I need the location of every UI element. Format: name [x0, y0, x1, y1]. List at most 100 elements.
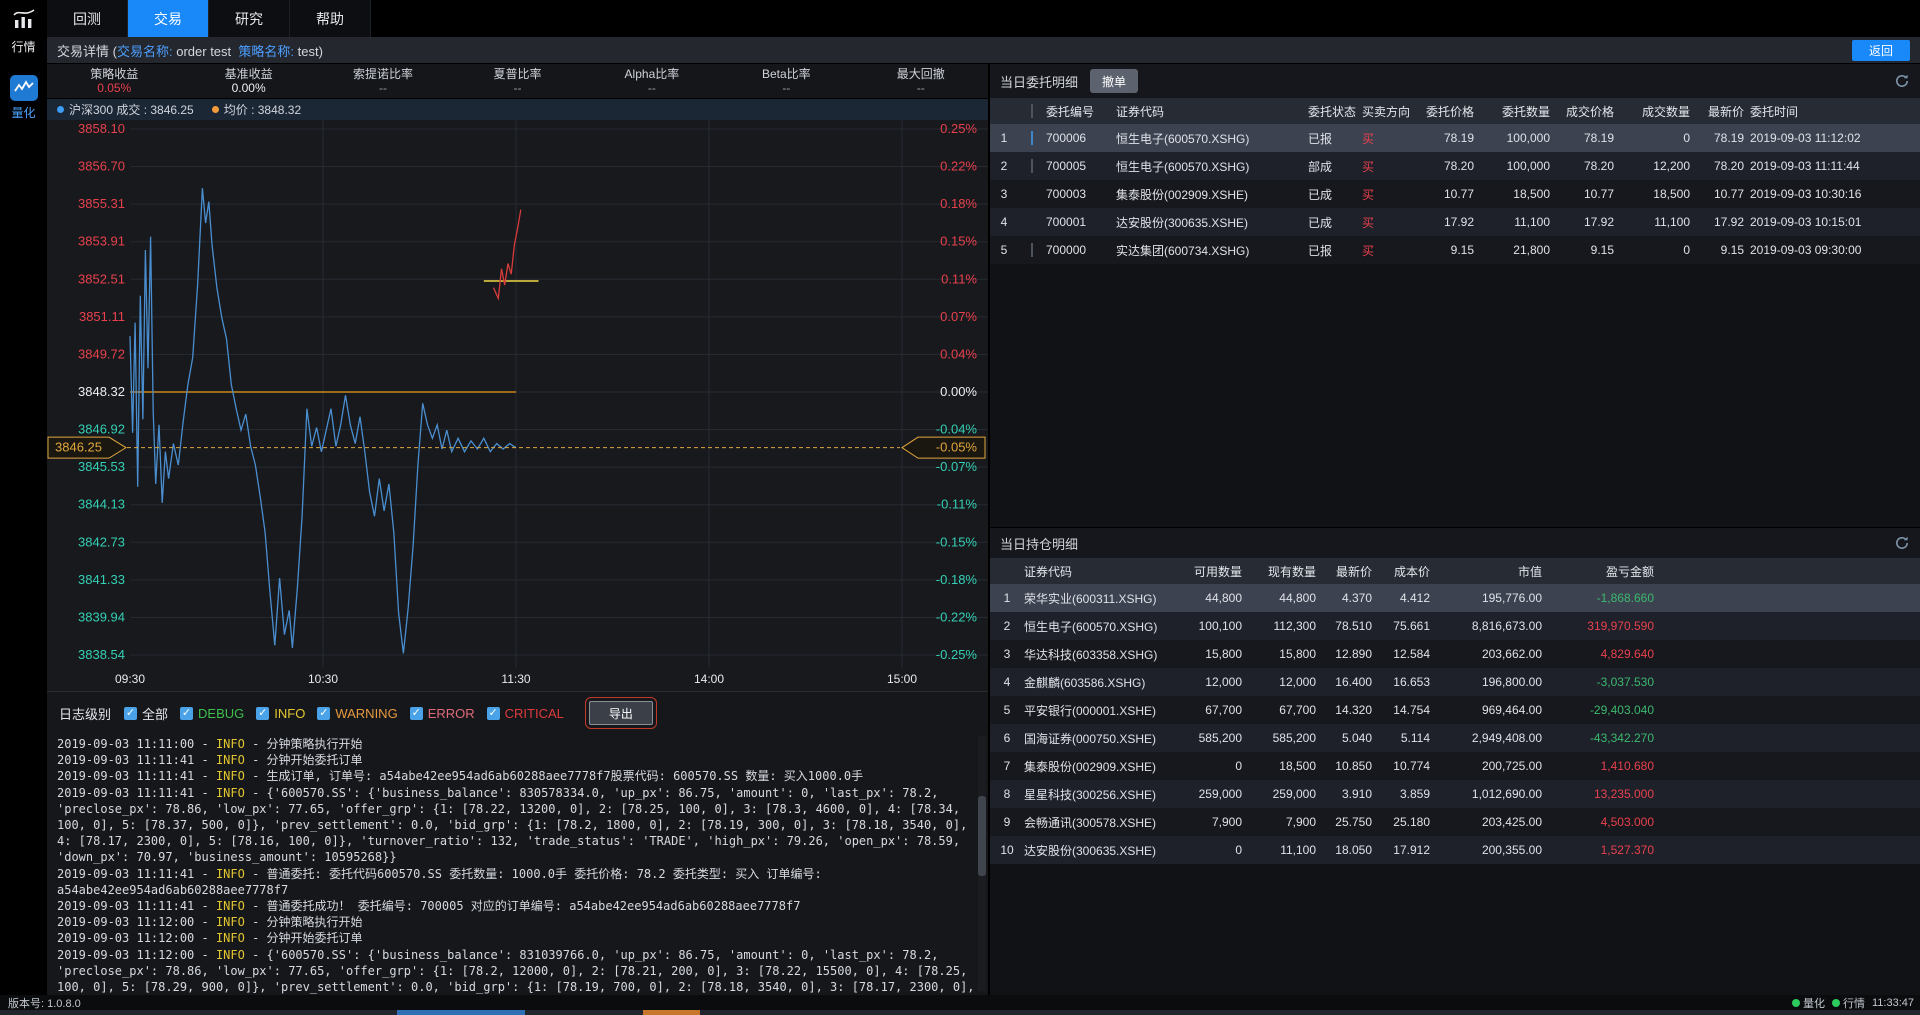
refresh-icon[interactable] [1894, 73, 1910, 89]
last-price: 78.20 [1696, 159, 1750, 173]
col-委托数量: 委托数量 [1480, 103, 1556, 120]
order-qty: 11,100 [1480, 215, 1556, 229]
position-row[interactable]: 2恒生电子(600570.XSHG)100,100112,30078.51075… [990, 612, 1920, 640]
back-button[interactable]: 返回 [1852, 40, 1910, 61]
log-level-tag: INFO [216, 737, 245, 751]
order-side: 买 [1362, 130, 1416, 147]
profit-loss: 1,410.680 [1548, 759, 1660, 773]
checkbox-icon[interactable]: ✓ [256, 707, 269, 720]
position-row[interactable]: 9会畅通讯(300578.XSHE)7,9007,90025.75025.180… [990, 808, 1920, 836]
log-scrollbar[interactable] [978, 736, 986, 991]
x-tick-label: 09:30 [115, 672, 145, 686]
clock-text: 11:33:47 [1872, 997, 1914, 1009]
col-可用数量: 可用数量 [1174, 563, 1248, 580]
position-row[interactable]: 4金麒麟(603586.XSHG)12,00012,00016.40016.65… [990, 668, 1920, 696]
sidebar-item-market[interactable]: 行情 [0, 0, 47, 55]
log-level-tag: INFO [216, 931, 245, 945]
checkbox-icon[interactable]: ✓ [124, 707, 137, 720]
col-盈亏金额: 盈亏金额 [1548, 563, 1660, 580]
col-最新价: 最新价 [1322, 563, 1378, 580]
position-row[interactable]: 3华达科技(603358.XSHG)15,80015,80012.89012.5… [990, 640, 1920, 668]
order-row[interactable]: 3700003集泰股份(002909.XSHE)已成买10.7718,50010… [990, 180, 1920, 208]
svg-text:3852.51: 3852.51 [78, 271, 125, 286]
select-all-checkbox[interactable] [1018, 104, 1046, 118]
order-qty: 21,800 [1480, 243, 1556, 257]
col-委托编号: 委托编号 [1046, 103, 1116, 120]
row-number: 2 [990, 159, 1018, 173]
checkbox-icon[interactable]: ✓ [487, 707, 500, 720]
symbol: 星星科技(300256.XSHE) [1024, 786, 1174, 803]
log-scrollbar-thumb[interactable] [978, 796, 986, 876]
checkbox-icon[interactable] [1031, 104, 1033, 118]
svg-text:3839.94: 3839.94 [78, 609, 125, 624]
svg-text:0.15%: 0.15% [940, 234, 977, 249]
order-row[interactable]: 2700005恒生电子(600570.XSHG)部成买78.20100,0007… [990, 152, 1920, 180]
version-text: 版本号: 1.0.8.0 [8, 995, 81, 1011]
checkbox-icon[interactable]: ✓ [180, 707, 193, 720]
market-value: 195,776.00 [1436, 591, 1548, 605]
checkbox-icon[interactable]: ✓ [317, 707, 330, 720]
tab-研究[interactable]: 研究 [209, 0, 290, 37]
market-value: 196,800.00 [1436, 675, 1548, 689]
log-filter-label: DEBUG [198, 706, 244, 721]
position-row[interactable]: 10达安股份(300635.XSHE)011,10018.05017.91220… [990, 836, 1920, 864]
row-number: 10 [990, 843, 1024, 857]
available-qty: 44,800 [1174, 591, 1248, 605]
checkbox-icon[interactable] [1031, 159, 1033, 173]
symbol: 荣华实业(600311.XSHG) [1024, 590, 1174, 607]
profit-loss: -1,868.660 [1548, 591, 1660, 605]
market-value: 8,816,673.00 [1436, 619, 1548, 633]
stat-夏普比率: 夏普比率-- [450, 64, 584, 98]
svg-text:-0.05%: -0.05% [936, 440, 978, 455]
log-line: 2019-09-03 11:12:00 - INFO - 分钟策略执行开始 [57, 914, 988, 930]
stat-value: -- [917, 81, 925, 95]
positions-panel-titlebar: 当日持仓明细 [990, 528, 1920, 558]
sidebar-item-quant[interactable]: 量化 [0, 69, 47, 121]
refresh-icon[interactable] [1894, 535, 1910, 551]
tab-交易[interactable]: 交易 [128, 0, 209, 37]
last-price: 78.19 [1696, 131, 1750, 145]
log-filter-label: 全部 [142, 704, 168, 723]
order-time: 2019-09-03 10:30:16 [1750, 187, 1910, 201]
position-row[interactable]: 5平安银行(000001.XSHE)67,70067,70014.32014.7… [990, 696, 1920, 724]
checkbox-icon[interactable]: ✓ [410, 707, 423, 720]
profit-loss: -29,403.040 [1548, 703, 1660, 717]
last-price: 17.92 [1696, 215, 1750, 229]
checkbox-icon[interactable] [1031, 131, 1033, 145]
market-value: 200,725.00 [1436, 759, 1548, 773]
checkbox-icon[interactable] [1031, 243, 1033, 257]
col-证券代码: 证券代码 [1116, 103, 1308, 120]
log-line: 2019-09-03 11:11:41 - INFO - 普通委托: 委托代码6… [57, 866, 988, 882]
tab-帮助[interactable]: 帮助 [290, 0, 371, 37]
tab-回测[interactable]: 回测 [47, 0, 128, 37]
order-price: 9.15 [1416, 243, 1480, 257]
profit-loss: 319,970.590 [1548, 619, 1660, 633]
right-panel: 当日委托明细 撤单 委托编号证券代码委托状态买卖方向委托价格委托数量成交价格成交… [988, 64, 1920, 995]
position-row[interactable]: 8星星科技(300256.XSHE)259,000259,0003.9103.8… [990, 780, 1920, 808]
export-button[interactable]: 导出 [589, 701, 653, 725]
legend-dot-icon [57, 106, 64, 113]
log-filter-WARNING: ✓WARNING [317, 706, 397, 721]
x-tick-label: 14:00 [694, 672, 724, 686]
row-number: 2 [990, 619, 1024, 633]
holding-qty: 12,000 [1248, 675, 1322, 689]
log-filter-INFO: ✓INFO [256, 706, 305, 721]
status-indicator-行情: 行情 [1832, 995, 1865, 1011]
last-price: 10.850 [1322, 759, 1378, 773]
log-output[interactable]: 2019-09-03 11:11:00 - INFO - 分钟策略执行开始201… [47, 736, 988, 995]
symbol: 恒生电子(600570.XSHG) [1024, 618, 1174, 635]
available-qty: 259,000 [1174, 787, 1248, 801]
order-row[interactable]: 5700000实达集团(600734.XSHG)已报买9.1521,8009.1… [990, 236, 1920, 264]
log-filter-label: ERROR [428, 706, 475, 721]
cost-price: 10.774 [1378, 759, 1436, 773]
log-level-tag: INFO [216, 753, 245, 767]
cancel-order-button[interactable]: 撤单 [1090, 69, 1138, 93]
position-row[interactable]: 7集泰股份(002909.XSHE)018,50010.85010.774200… [990, 752, 1920, 780]
order-row[interactable]: 4700001达安股份(300635.XSHE)已成买17.9211,10017… [990, 208, 1920, 236]
position-row[interactable]: 6国海证券(000750.XSHE)585,200585,2005.0405.1… [990, 724, 1920, 752]
order-price: 78.20 [1416, 159, 1480, 173]
stat-label: 索提诺比率 [353, 67, 413, 81]
order-row[interactable]: 1700006恒生电子(600570.XSHG)已报买78.19100,0007… [990, 124, 1920, 152]
position-row[interactable]: 1荣华实业(600311.XSHG)44,80044,8004.3704.412… [990, 584, 1920, 612]
row-number: 6 [990, 731, 1024, 745]
